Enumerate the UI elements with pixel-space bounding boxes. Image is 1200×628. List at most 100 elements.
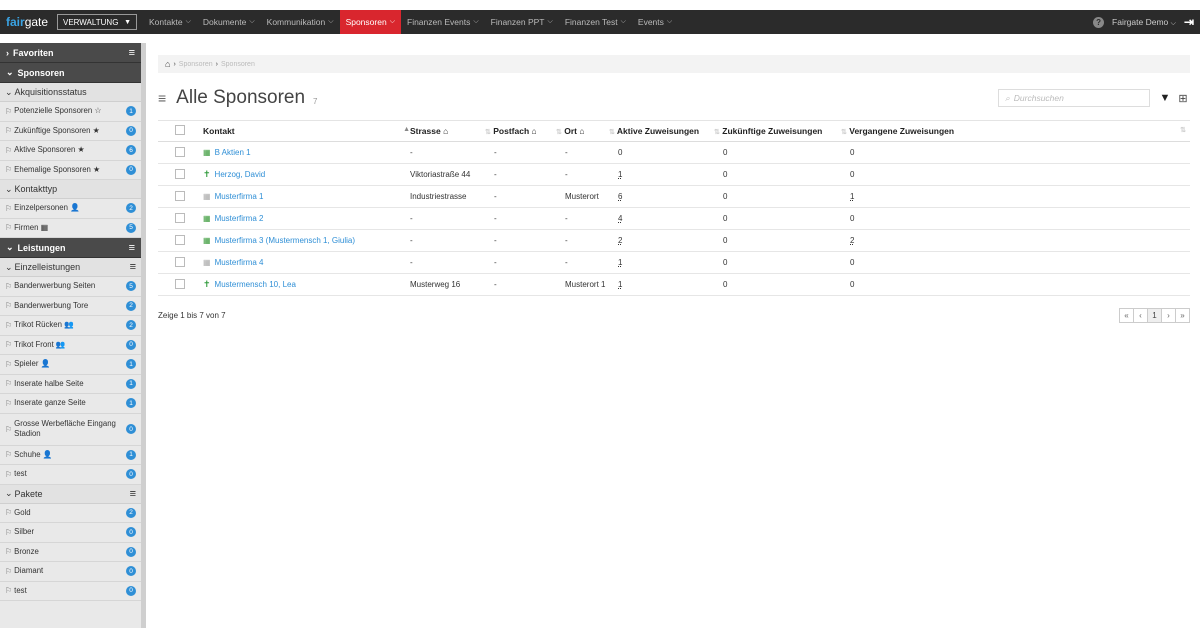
bookmark-icon[interactable]: ⚐ bbox=[5, 126, 12, 135]
fairgate-logo[interactable]: fairgate bbox=[0, 15, 57, 29]
logout-icon[interactable]: ⇥ bbox=[1184, 15, 1194, 29]
table-row[interactable]: ✝ Mustermensch 10, Lea Musterweg 16- Muster… bbox=[158, 273, 1190, 296]
bookmark-icon[interactable]: ⚐ bbox=[5, 379, 12, 388]
sidebar-item[interactable]: ⚐ Grosse Werbefläche Eingang Stadion 0 bbox=[0, 414, 141, 446]
home-icon[interactable]: ⌂ bbox=[165, 59, 170, 69]
bookmark-icon[interactable]: ⚐ bbox=[5, 508, 12, 517]
table-row[interactable]: ✝ Herzog, David Viktoriastraße 44- -1 0 0 bbox=[158, 163, 1190, 186]
sidebar-group-pakete[interactable]: ⌄ Pakete ≡ bbox=[0, 484, 141, 504]
aktive-zuweisungen-value[interactable]: 1 bbox=[618, 280, 622, 289]
sidebar-item[interactable]: ⚐ Inserate halbe Seite 1 bbox=[0, 375, 141, 394]
aktive-zuweisungen-value[interactable]: 4 bbox=[618, 214, 622, 223]
sidebar-group-kontakttyp[interactable]: ⌄ Kontakttyp bbox=[0, 180, 141, 199]
bookmark-icon[interactable]: ⚐ bbox=[5, 586, 12, 595]
row-checkbox[interactable] bbox=[175, 146, 185, 157]
column-header-vergangene[interactable]: ⇅ Vergangene Zuweisungen ⇅ bbox=[838, 120, 1190, 142]
sidebar-item[interactable]: ⚐ Spieler 👤 1 bbox=[0, 355, 141, 375]
column-header-aktive[interactable]: ⇅ Aktive Zuweisungen bbox=[606, 120, 711, 142]
sidebar-item[interactable]: ⚐ Diamant 0 bbox=[0, 562, 141, 582]
column-header-postfach[interactable]: ⇅ Postfach ⌂ bbox=[482, 120, 553, 142]
vergangene-zuweisungen-value[interactable]: 1 bbox=[850, 192, 854, 201]
pagination-button[interactable]: « bbox=[1119, 308, 1134, 323]
aktive-zuweisungen-value[interactable]: 1 bbox=[618, 170, 622, 179]
help-icon[interactable]: ? bbox=[1093, 16, 1105, 28]
bookmark-icon[interactable]: ⚐ bbox=[5, 425, 12, 434]
menu-icon[interactable]: ≡ bbox=[130, 261, 136, 273]
nav-item-finanzen-test[interactable]: Finanzen Test ⌵ bbox=[559, 10, 632, 34]
nav-item-kommunikation[interactable]: Kommunikation ⌵ bbox=[261, 10, 340, 34]
user-menu[interactable]: Fairgate Demo ⌵ bbox=[1112, 17, 1176, 28]
columns-icon[interactable]: ⊞ bbox=[1176, 92, 1190, 105]
contact-link[interactable]: Musterfirma 3 (Mustermensch 1, Giulia) bbox=[215, 236, 355, 245]
menu-icon[interactable]: ≡ bbox=[129, 47, 135, 59]
bookmark-icon[interactable]: ⚐ bbox=[5, 165, 12, 174]
nav-item-kontakte[interactable]: Kontakte ⌵ bbox=[143, 10, 197, 34]
select-all-checkbox[interactable] bbox=[175, 125, 185, 135]
bookmark-icon[interactable]: ⚐ bbox=[5, 146, 12, 155]
sidebar-section-leistungen[interactable]: ⌄ Leistungen ≡ bbox=[0, 238, 141, 258]
search-input[interactable]: ⌕ Durchsuchen bbox=[998, 89, 1150, 107]
row-checkbox[interactable] bbox=[175, 168, 185, 179]
menu-icon[interactable]: ≡ bbox=[129, 242, 135, 254]
sidebar-item[interactable]: ⚐ Bandenwerbung Seiten 5 bbox=[0, 277, 141, 297]
column-header-ort[interactable]: ⇅ Ort ⌂ bbox=[553, 120, 606, 142]
column-header-zukuenftige[interactable]: ⇅ Zukünftige Zuweisungen bbox=[711, 120, 838, 142]
sidebar-section-sponsoren[interactable]: ⌄ Sponsoren bbox=[0, 63, 141, 83]
sidebar-item[interactable]: ⚐ Inserate ganze Seite 1 bbox=[0, 394, 141, 414]
sidebar-item[interactable]: ⚐ Potenzielle Sponsoren ☆ 1 bbox=[0, 102, 141, 122]
pagination-button[interactable]: 1 bbox=[1147, 308, 1162, 323]
nav-item-events[interactable]: Events ⌵ bbox=[632, 10, 678, 34]
nav-item-sponsoren[interactable]: Sponsoren ⌵ bbox=[339, 10, 401, 34]
table-row[interactable]: ▦ B Aktien 1---000 bbox=[158, 141, 1190, 164]
sidebar-item[interactable]: ⚐ test 0 bbox=[0, 465, 141, 485]
pagination-button[interactable]: » bbox=[1175, 308, 1190, 323]
breadcrumb-item[interactable]: Sponsoren bbox=[221, 61, 255, 68]
sidebar-item[interactable]: ⚐ Schuhe 👤 1 bbox=[0, 446, 141, 465]
contact-link[interactable]: Musterfirma 1 bbox=[215, 192, 264, 201]
contact-link[interactable]: Herzog, David bbox=[215, 170, 266, 179]
sidebar-group-einzelleistungen[interactable]: ⌄ Einzelleistungen ≡ bbox=[0, 258, 141, 277]
org-select[interactable]: VERWALTUNG ▼ bbox=[57, 14, 137, 30]
bookmark-icon[interactable]: ⚐ bbox=[5, 282, 12, 291]
nav-item-finanzen-events[interactable]: Finanzen Events ⌵ bbox=[401, 10, 485, 34]
sidebar-item[interactable]: ⚐ Ehemalige Sponsoren ★ 0 bbox=[0, 161, 141, 180]
row-checkbox[interactable] bbox=[175, 278, 185, 289]
aktive-zuweisungen-value[interactable]: 6 bbox=[618, 192, 622, 201]
menu-icon[interactable]: ≡ bbox=[130, 488, 136, 500]
filter-icon[interactable]: ▼ bbox=[1158, 92, 1172, 104]
contact-link[interactable]: B Aktien 1 bbox=[215, 148, 251, 157]
row-checkbox[interactable] bbox=[175, 212, 185, 223]
nav-item-dokumente[interactable]: Dokumente ⌵ bbox=[197, 10, 261, 34]
vergangene-zuweisungen-value[interactable]: 2 bbox=[850, 236, 854, 245]
bookmark-icon[interactable]: ⚐ bbox=[5, 204, 12, 213]
bookmark-icon[interactable]: ⚐ bbox=[5, 547, 12, 556]
sidebar-section-favoriten[interactable]: › Favoriten ≡ bbox=[0, 43, 141, 63]
pagination-button[interactable]: ‹ bbox=[1133, 308, 1148, 323]
table-row[interactable]: ▦ Musterfirma 4---100 bbox=[158, 251, 1190, 274]
contact-link[interactable]: Musterfirma 2 bbox=[215, 214, 264, 223]
bookmark-icon[interactable]: ⚐ bbox=[5, 528, 12, 537]
sidebar-item[interactable]: ⚐ test 0 bbox=[0, 582, 141, 601]
sidebar-group-akquisitionsstatus[interactable]: ⌄ Akquisitionsstatus bbox=[0, 83, 141, 102]
table-row[interactable]: ▦ Musterfirma 3 (Mustermensch 1, Giulia) -… bbox=[158, 229, 1190, 252]
sidebar-item[interactable]: ⚐ Trikot Front 👥 0 bbox=[0, 336, 141, 355]
sidebar-item[interactable]: ⚐ Gold 2 bbox=[0, 504, 141, 523]
bookmark-icon[interactable]: ⚐ bbox=[5, 360, 12, 369]
column-header-strasse[interactable]: Strasse ⌂ bbox=[410, 120, 482, 142]
row-checkbox[interactable] bbox=[175, 256, 185, 267]
bookmark-icon[interactable]: ⚐ bbox=[5, 399, 12, 408]
bookmark-icon[interactable]: ⚐ bbox=[5, 223, 12, 232]
pagination-button[interactable]: › bbox=[1161, 308, 1176, 323]
table-row[interactable]: ▦ Musterfirma 1 Industriestrasse - Musterort… bbox=[158, 185, 1190, 208]
sidebar-item[interactable]: ⚐ Trikot Rücken 👥 2 bbox=[0, 316, 141, 336]
breadcrumb-item[interactable]: Sponsoren bbox=[179, 61, 213, 68]
table-row[interactable]: ▦ Musterfirma 2---400 bbox=[158, 207, 1190, 230]
bookmark-icon[interactable]: ⚐ bbox=[5, 470, 12, 479]
row-checkbox[interactable] bbox=[175, 190, 185, 201]
bookmark-icon[interactable]: ⚐ bbox=[5, 340, 12, 349]
contact-link[interactable]: Musterfirma 4 bbox=[215, 258, 264, 267]
aktive-zuweisungen-value[interactable]: 2 bbox=[618, 236, 622, 245]
column-header-kontakt[interactable]: Kontakt ▲ bbox=[203, 120, 410, 142]
sidebar-item[interactable]: ⚐ Aktive Sponsoren ★ 6 bbox=[0, 141, 141, 161]
bookmark-icon[interactable]: ⚐ bbox=[5, 450, 12, 459]
